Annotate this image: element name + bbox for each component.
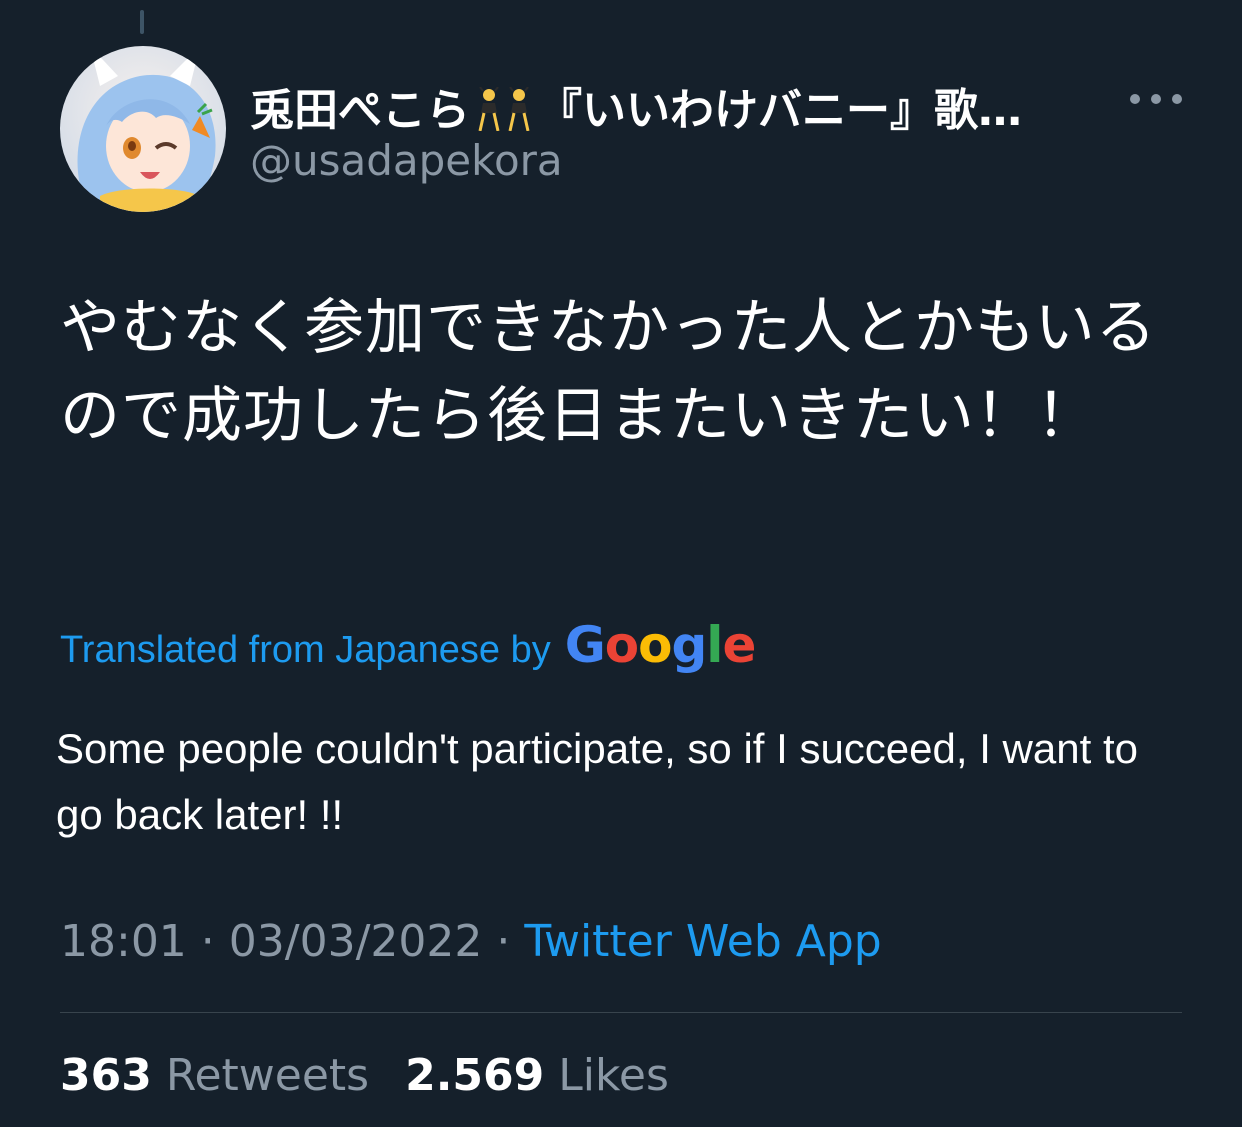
divider (60, 1012, 1182, 1013)
dancing-women-emoji-icon (474, 86, 534, 142)
retweets-stat[interactable]: 363 Retweets (60, 1050, 369, 1101)
likes-stat[interactable]: 2.569 Likes (405, 1050, 669, 1101)
retweets-label: Retweets (165, 1050, 370, 1101)
tweet-meta: 18:01 · 03/03/2022 · Twitter Web App (60, 916, 882, 967)
meta-separator: · (186, 916, 229, 967)
likes-label: Likes (558, 1050, 669, 1101)
more-options-button[interactable] (1130, 84, 1182, 114)
tweet-time[interactable]: 18:01 (60, 916, 187, 967)
retweets-count: 363 (60, 1050, 152, 1101)
avatar-image (60, 46, 226, 212)
tweet-detail-page: 兎田ぺこら 『いいわけバニー』歌… @usadapekora やむなく参加できな… (0, 0, 1242, 1127)
display-name-text: 兎田ぺこら (250, 85, 470, 136)
tweet-date[interactable]: 03/03/2022 (229, 916, 483, 967)
translation-attribution: Translated from Japanese by Google (60, 616, 757, 674)
google-logo: Google (564, 616, 757, 674)
display-name-suffix: 『いいわけバニー』歌… (538, 85, 1022, 136)
avatar[interactable] (60, 46, 226, 212)
translated-from-link[interactable]: Translated from Japanese by (60, 629, 551, 672)
tweet-source-link[interactable]: Twitter Web App (524, 916, 881, 967)
tweet-stats: 363 Retweets 2.569 Likes (60, 1050, 691, 1101)
author-display-name[interactable]: 兎田ぺこら 『いいわけバニー』歌… (250, 74, 1080, 142)
more-options-icon-dot (1151, 94, 1161, 104)
tweet-text-original: やむなく参加できなかった人とかもいるので成功したら後日またいきたい！！ (60, 293, 1157, 451)
thread-connector-line (140, 10, 144, 34)
more-options-icon-dot (1172, 94, 1182, 104)
meta-separator: · (482, 916, 525, 967)
tweet-text-translated: Some people couldn't participate, so if … (56, 725, 1138, 838)
likes-count: 2.569 (405, 1050, 545, 1101)
more-options-icon (1130, 94, 1140, 104)
author-handle[interactable]: @usadapekora (250, 136, 563, 185)
